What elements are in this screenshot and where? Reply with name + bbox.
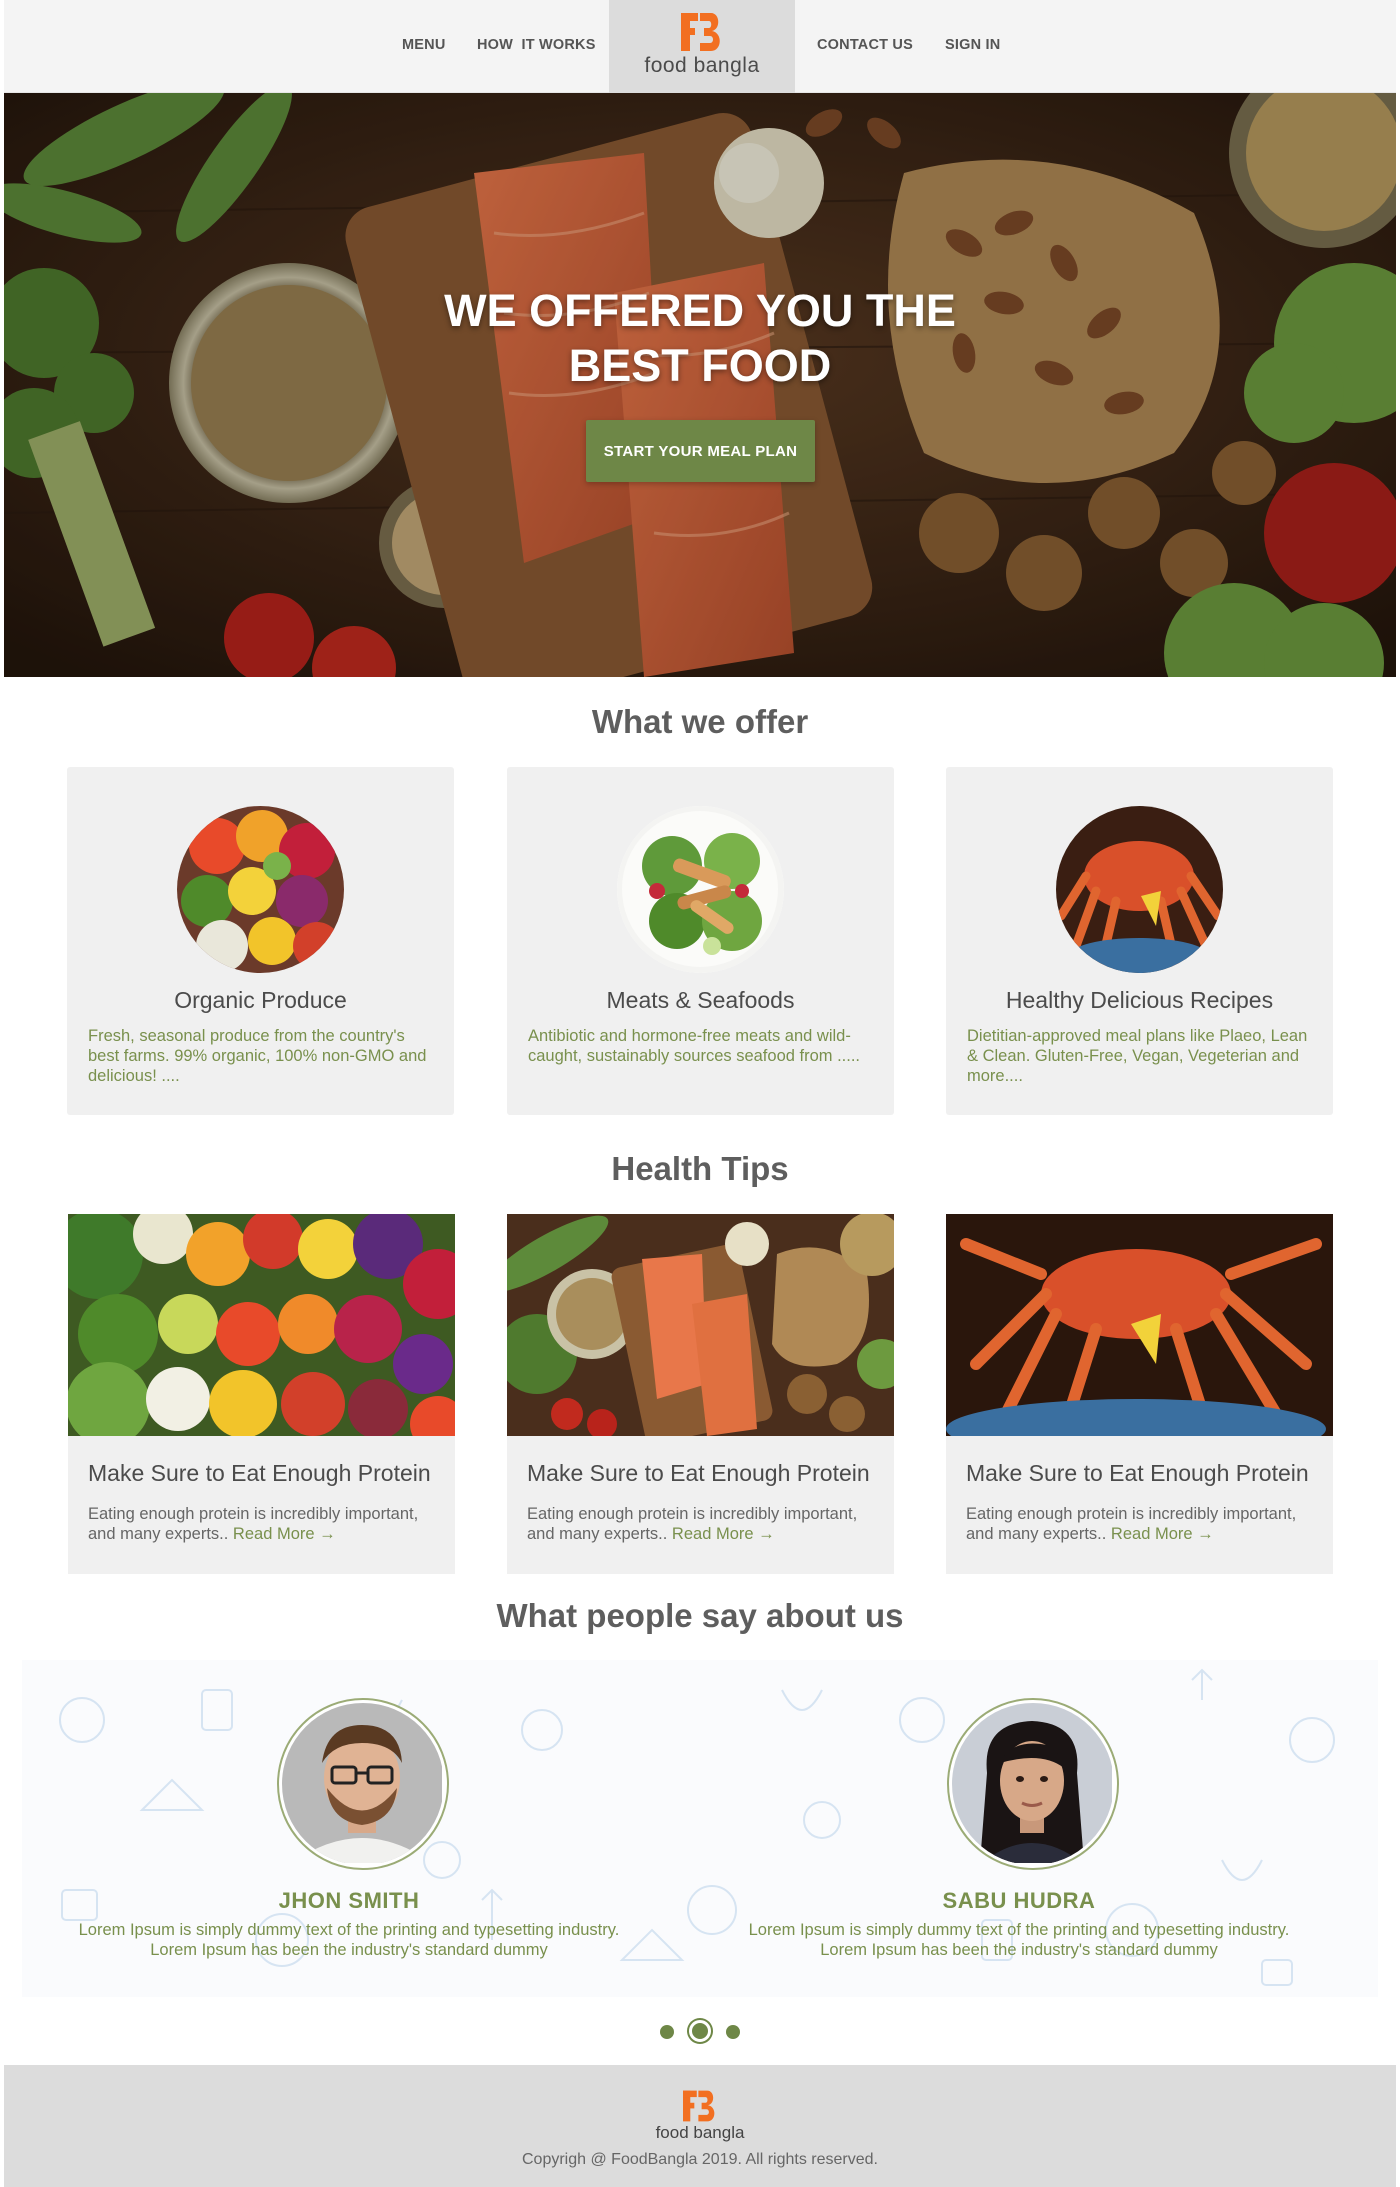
health-tip-card[interactable]: Make Sure to Eat Enough Protein Eating e…	[507, 1214, 894, 1574]
carousel-dot-3[interactable]	[726, 2025, 740, 2039]
offer-title: Meats & Seafoods	[606, 987, 795, 1013]
page: MENU HOW IT WORKS food bangla CONTACT US…	[0, 0, 1400, 2187]
offer-description: Fresh, seasonal produce from the country…	[88, 1027, 427, 1085]
testimonial-text: Lorem Ipsum is simply dummy text of the …	[39, 1920, 659, 1960]
offer-card-healthy-recipes[interactable]: Healthy Delicious Recipes Dietitian-appr…	[946, 767, 1333, 1115]
salad-image	[617, 806, 784, 973]
crab-image	[946, 1214, 1333, 1436]
testimonial-text-line: Lorem Ipsum is simply dummy text of the …	[78, 1921, 620, 1939]
food-bangla-logo-icon	[683, 2090, 715, 2122]
testimonial-item: JHON SMITH Lorem Ipsum is simply dummy t…	[39, 1660, 659, 1997]
tip-description: Eating enough protein is incredibly impo…	[966, 1504, 1311, 1544]
tip-title: Make Sure to Eat Enough Protein	[88, 1460, 431, 1486]
testimonial-item: SABU HUDRA Lorem Ipsum is simply dummy t…	[709, 1660, 1329, 1997]
footer-brand-name: food bangla	[655, 2123, 745, 2142]
read-more-link[interactable]: Read More →	[1111, 1525, 1214, 1543]
offer-card-meats-seafoods[interactable]: Meats & Seafoods Antibiotic and hormone-…	[507, 767, 894, 1115]
hero-headline-line-2: BEST FOOD	[568, 340, 832, 391]
hero-headline-line-1: WE OFFERED YOU THE	[444, 285, 956, 336]
testimonial-name: JHON SMITH	[278, 1888, 420, 1913]
brand-name: food bangla	[644, 54, 760, 77]
health-tip-card[interactable]: Make Sure to Eat Enough Protein Eating e…	[946, 1214, 1333, 1574]
offer-title: Organic Produce	[174, 987, 347, 1013]
tip-description: Eating enough protein is incredibly impo…	[527, 1504, 872, 1544]
testimonial-text-line: Lorem Ipsum has been the industry's stan…	[820, 1941, 1218, 1959]
testimonial-text-line: Lorem Ipsum has been the industry's stan…	[150, 1941, 548, 1959]
tip-title: Make Sure to Eat Enough Protein	[966, 1460, 1309, 1486]
nav-how-it-works-link[interactable]: HOW IT WORKS	[477, 37, 596, 53]
read-more-link[interactable]: Read More →	[672, 1525, 775, 1543]
testimonial-name: SABU HUDRA	[942, 1888, 1096, 1913]
top-navigation-bar: MENU HOW IT WORKS food bangla CONTACT US…	[4, 0, 1396, 93]
avatar	[947, 1698, 1119, 1870]
testimonial-text-line: Lorem Ipsum is simply dummy text of the …	[748, 1921, 1290, 1939]
offer-title: Healthy Delicious Recipes	[1005, 987, 1274, 1013]
crab-image	[1056, 806, 1223, 973]
man-portrait-image	[282, 1703, 444, 1865]
salmon-ingredients-image	[507, 1214, 894, 1436]
copyright-text: Copyrigh @ FoodBangla 2019. All rights r…	[522, 2151, 878, 2168]
hero-headline: WE OFFERED YOU THE BEST FOOD	[4, 283, 1396, 393]
start-meal-plan-button[interactable]: START YOUR MEAL PLAN	[586, 420, 815, 482]
footer: food bangla Copyrigh @ FoodBangla 2019. …	[4, 2065, 1396, 2187]
testimonial-text: Lorem Ipsum is simply dummy text of the …	[709, 1920, 1329, 1960]
vegetables-image	[177, 806, 344, 973]
nav-contact-us-link[interactable]: CONTACT US	[817, 37, 913, 53]
woman-portrait-image	[952, 1703, 1114, 1865]
tip-title: Make Sure to Eat Enough Protein	[527, 1460, 870, 1486]
tip-description: Eating enough protein is incredibly impo…	[88, 1504, 433, 1544]
avatar	[277, 1698, 449, 1870]
brand-logo[interactable]: food bangla	[609, 0, 795, 93]
food-bangla-logo-icon	[681, 13, 720, 51]
offers-section-title: What we offer	[591, 703, 809, 740]
read-more-link[interactable]: Read More →	[233, 1525, 336, 1543]
offer-description: Dietitian-approved meal plans like Plaeo…	[967, 1027, 1308, 1085]
health-tip-card[interactable]: Make Sure to Eat Enough Protein Eating e…	[68, 1214, 455, 1574]
carousel-dot-2-active[interactable]	[689, 2020, 711, 2042]
nav-sign-in-link[interactable]: SIGN IN	[945, 37, 1000, 53]
offer-card-organic-produce[interactable]: Organic Produce Fresh, seasonal produce …	[67, 767, 454, 1115]
carousel-dot-1[interactable]	[660, 2025, 674, 2039]
offer-description: Antibiotic and hormone-free meats and wi…	[528, 1027, 861, 1065]
vegetables-image	[68, 1214, 455, 1436]
testimonials-section-title: What people say about us	[496, 1597, 904, 1634]
health-tips-section-title: Health Tips	[611, 1150, 789, 1187]
carousel-pagination	[0, 2020, 1400, 2042]
nav-menu-link[interactable]: MENU	[402, 37, 446, 53]
hero-banner: WE OFFERED YOU THE BEST FOOD START YOUR …	[4, 93, 1396, 677]
testimonial-carousel: JHON SMITH Lorem Ipsum is simply dummy t…	[22, 1660, 1378, 1997]
